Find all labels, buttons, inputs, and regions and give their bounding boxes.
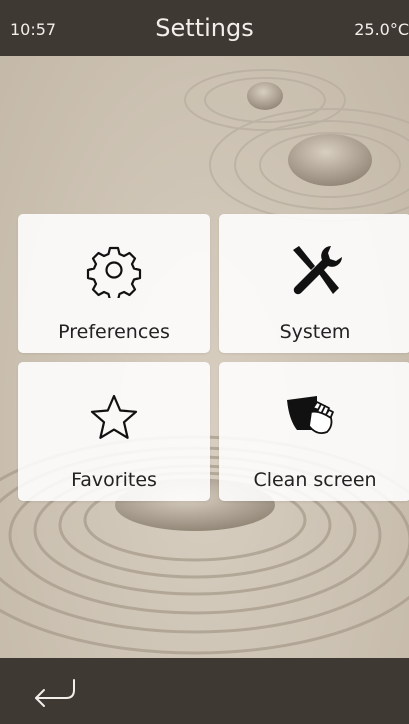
temperature-readout: 25.0°C [354, 20, 409, 39]
clean-screen-label: Clean screen [253, 469, 377, 491]
back-button[interactable] [30, 676, 80, 708]
favorites-tile[interactable]: Favorites [18, 362, 210, 501]
star-icon [18, 390, 210, 446]
clean-screen-tile[interactable]: Clean screen [219, 362, 409, 501]
system-tile[interactable]: System [219, 214, 409, 353]
gear-icon [18, 242, 210, 298]
preferences-tile[interactable]: Preferences [18, 214, 210, 353]
status-bar: 10:57 Settings 25.0°C [0, 0, 409, 56]
return-arrow-icon [35, 679, 75, 707]
bottom-bar [0, 658, 409, 724]
hand-wiping-screen-icon [219, 390, 409, 446]
settings-screen: 10:57 Settings 25.0°C Preferences System… [0, 0, 409, 724]
preferences-label: Preferences [58, 321, 170, 343]
wrench-screwdriver-icon [219, 242, 409, 298]
system-label: System [279, 321, 351, 343]
favorites-label: Favorites [71, 469, 157, 491]
page-title: Settings [155, 14, 254, 42]
